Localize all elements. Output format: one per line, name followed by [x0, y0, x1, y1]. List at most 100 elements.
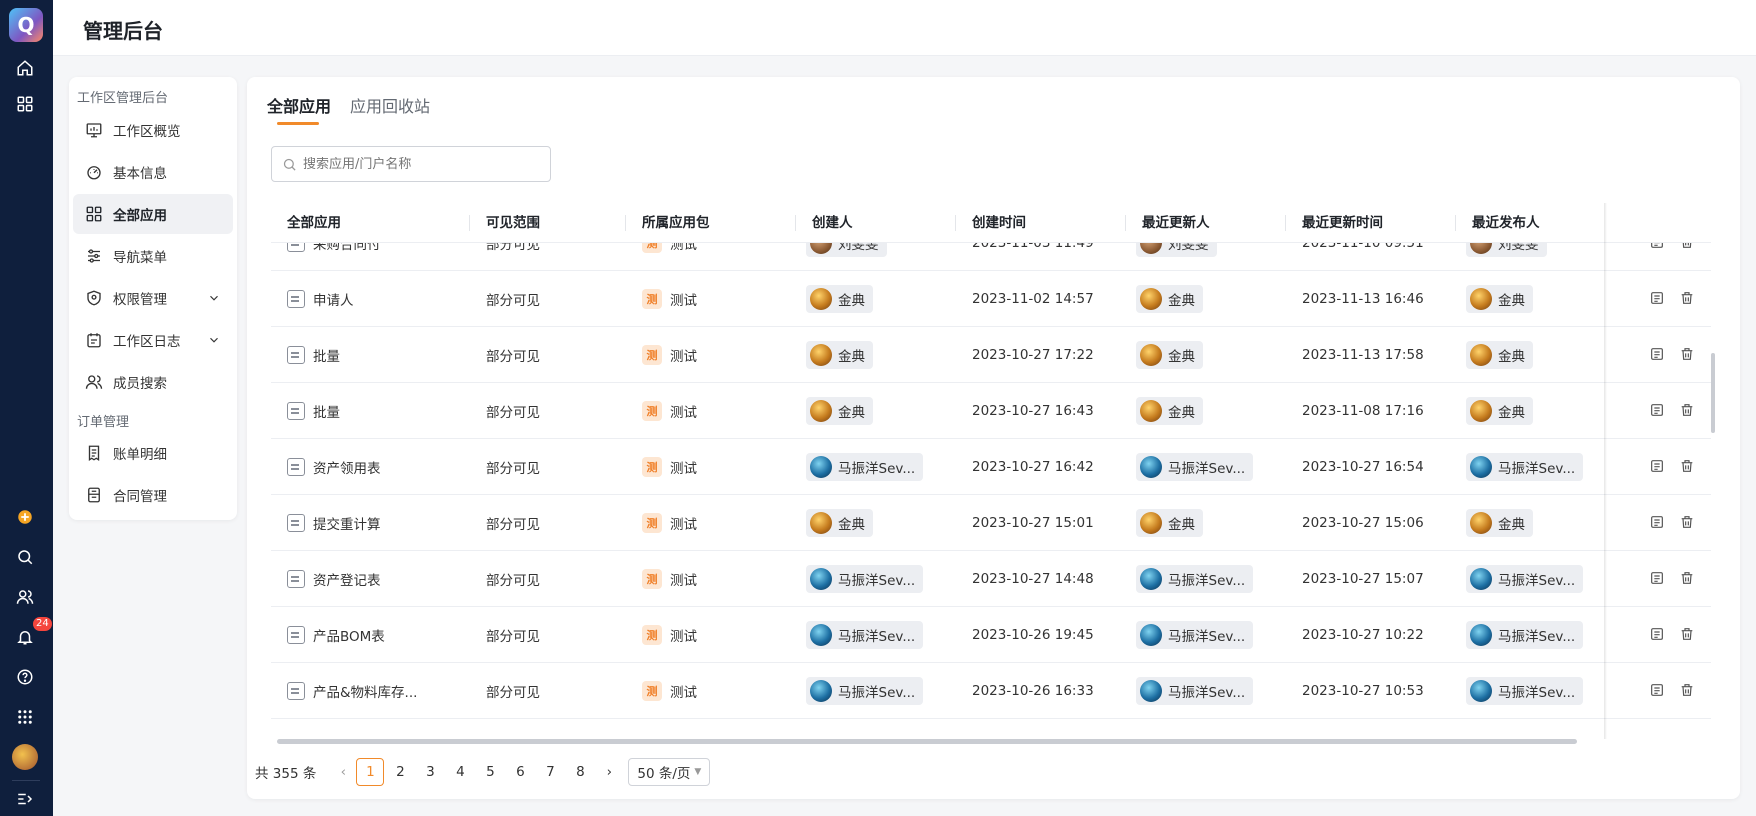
search-icon[interactable]	[14, 546, 36, 568]
page-3[interactable]: 3	[416, 758, 444, 786]
column-header-scope[interactable]: 可见范围	[470, 203, 626, 243]
next-page-icon[interactable]: ›	[596, 758, 622, 786]
table-row[interactable]: 提交重计算 部分可见 测测试 金典 2023-10-27 15:01 金典 2023-10-…	[271, 495, 1711, 551]
publish-icon[interactable]	[1649, 243, 1665, 250]
delete-icon[interactable]	[1679, 346, 1695, 362]
user-chip[interactable]: 马振洋Sev...	[1136, 565, 1254, 593]
app-launcher-icon[interactable]	[14, 706, 36, 728]
user-chip[interactable]: 金典	[1136, 397, 1203, 425]
user-chip[interactable]: 马振洋Sev...	[1466, 677, 1584, 705]
publish-icon[interactable]	[1649, 290, 1665, 306]
publish-icon[interactable]	[1649, 514, 1665, 530]
delete-icon[interactable]	[1679, 514, 1695, 530]
home-icon[interactable]	[14, 57, 36, 79]
publish-icon[interactable]	[1649, 626, 1665, 642]
user-chip[interactable]: 金典	[806, 341, 873, 369]
column-header-publisher[interactable]: 最近发布人	[1456, 203, 1626, 243]
publish-icon[interactable]	[1649, 402, 1665, 418]
column-header-creator[interactable]: 创建人	[796, 203, 956, 243]
sidebar-item-billing[interactable]: 账单明细	[73, 433, 233, 473]
tab-all-apps[interactable]: 全部应用	[267, 93, 331, 117]
delete-icon[interactable]	[1679, 458, 1695, 474]
table-row[interactable]: 采购合同付 部分可见 测测试 刘雯雯 2023-11-03 11:49 刘雯雯 …	[271, 243, 1711, 271]
delete-icon[interactable]	[1679, 290, 1695, 306]
sidebar-item-nav-menu[interactable]: 导航菜单	[73, 236, 233, 276]
app-logo[interactable]: Q	[9, 8, 43, 42]
column-header-package[interactable]: 所属应用包	[626, 203, 796, 243]
column-header-updated-time[interactable]: 最近更新时间	[1286, 203, 1456, 243]
user-chip[interactable]: 马振洋Sev...	[806, 565, 924, 593]
delete-icon[interactable]	[1679, 570, 1695, 586]
user-chip[interactable]: 马振洋Sev...	[1136, 621, 1254, 649]
delete-icon[interactable]	[1679, 243, 1695, 250]
user-chip[interactable]: 刘雯雯	[806, 243, 887, 257]
publish-icon[interactable]	[1649, 570, 1665, 586]
delete-icon[interactable]	[1679, 402, 1695, 418]
table-row[interactable]: 批量 部分可见 测测试 金典 2023-10-27 16:43 金典 2023-11-08 …	[271, 383, 1711, 439]
horizontal-scrollbar[interactable]	[277, 739, 1577, 744]
user-chip[interactable]: 金典	[1136, 341, 1203, 369]
table-row[interactable]: 资产领用表 部分可见 测测试 马振洋Sev... 2023-10-27 16:42 马振洋…	[271, 439, 1711, 495]
publish-icon[interactable]	[1649, 458, 1665, 474]
bell-icon[interactable]	[14, 626, 36, 648]
page-7[interactable]: 7	[536, 758, 564, 786]
page-size-select[interactable]: 50 条/页 ▼	[628, 758, 711, 786]
user-chip[interactable]: 金典	[806, 509, 873, 537]
page-2[interactable]: 2	[386, 758, 414, 786]
user-chip[interactable]: 马振洋Sev...	[806, 677, 924, 705]
table-row[interactable]: 产品&物料库存... 部分可见 测测试 马振洋Sev... 2023-10-26 16:…	[271, 663, 1711, 719]
apps-grid-icon[interactable]	[14, 93, 36, 115]
sidebar-item-contracts[interactable]: 合同管理	[73, 475, 233, 515]
user-chip[interactable]: 刘雯雯	[1136, 243, 1217, 257]
add-icon[interactable]	[14, 506, 36, 528]
sidebar-item-basic-info[interactable]: 基本信息	[73, 152, 233, 192]
delete-icon[interactable]	[1679, 626, 1695, 642]
contacts-icon[interactable]	[14, 586, 36, 608]
sidebar-item-permissions[interactable]: 权限管理	[73, 278, 233, 318]
user-chip[interactable]: 马振洋Sev...	[1136, 453, 1254, 481]
sidebar-item-all-apps[interactable]: 全部应用	[73, 194, 233, 234]
expand-sidebar-icon[interactable]	[14, 788, 36, 810]
table-row[interactable]: 申请人 部分可见 测测试 金典 2023-11-02 14:57 金典 2023-11-13…	[271, 271, 1711, 327]
delete-icon[interactable]	[1679, 682, 1695, 698]
sidebar-item-workspace-log[interactable]: 工作区日志	[73, 320, 233, 360]
user-chip[interactable]: 刘雯雯	[1466, 243, 1547, 257]
user-chip[interactable]: 马振洋Sev...	[1466, 453, 1584, 481]
page-4[interactable]: 4	[446, 758, 474, 786]
sidebar-item-overview[interactable]: 工作区概览	[73, 110, 233, 150]
table-row[interactable]: 批量 部分可见 测测试 金典 2023-10-27 17:22 金典 2023-11-13 …	[271, 327, 1711, 383]
table-row[interactable]: 资产登记表 部分可见 测测试 马振洋Sev... 2023-10-27 14:48 马振洋…	[271, 551, 1711, 607]
help-icon[interactable]	[14, 666, 36, 688]
user-chip[interactable]: 马振洋Sev...	[806, 453, 924, 481]
vertical-scrollbar-thumb[interactable]	[1711, 353, 1715, 433]
column-header-updater[interactable]: 最近更新人	[1126, 203, 1286, 243]
user-chip[interactable]: 金典	[1466, 509, 1533, 537]
user-chip[interactable]: 金典	[1136, 509, 1203, 537]
search-box[interactable]	[271, 146, 551, 182]
page-5[interactable]: 5	[476, 758, 504, 786]
user-chip[interactable]: 马振洋Sev...	[806, 621, 924, 649]
publish-icon[interactable]	[1649, 682, 1665, 698]
table-row[interactable]: 产品BOM表 部分可见 测测试 马振洋Sev... 2023-10-26 19:45 马振…	[271, 607, 1711, 663]
user-chip[interactable]: 金典	[806, 285, 873, 313]
user-chip[interactable]: 金典	[1466, 341, 1533, 369]
user-chip[interactable]: 金典	[1466, 285, 1533, 313]
column-header-created-time[interactable]: 创建时间	[956, 203, 1126, 243]
user-chip[interactable]: 金典	[806, 397, 873, 425]
column-header-app[interactable]: 全部应用	[271, 203, 470, 243]
vertical-scrollbar[interactable]	[1711, 243, 1715, 739]
sidebar-item-member-search[interactable]: 成员搜索	[73, 362, 233, 402]
publish-icon[interactable]	[1649, 346, 1665, 362]
prev-page-icon[interactable]: ‹	[330, 758, 356, 786]
page-1[interactable]: 1	[356, 758, 385, 786]
user-chip[interactable]: 金典	[1466, 397, 1533, 425]
page-6[interactable]: 6	[506, 758, 534, 786]
user-avatar[interactable]	[12, 744, 38, 770]
search-input[interactable]	[303, 156, 533, 172]
user-chip[interactable]: 马振洋Sev...	[1466, 565, 1584, 593]
table-row-partial[interactable]	[271, 719, 1711, 739]
tab-recycle-bin[interactable]: 应用回收站	[350, 93, 430, 117]
user-chip[interactable]: 马振洋Sev...	[1466, 621, 1584, 649]
user-chip[interactable]: 金典	[1136, 285, 1203, 313]
user-chip[interactable]: 马振洋Sev...	[1136, 677, 1254, 705]
